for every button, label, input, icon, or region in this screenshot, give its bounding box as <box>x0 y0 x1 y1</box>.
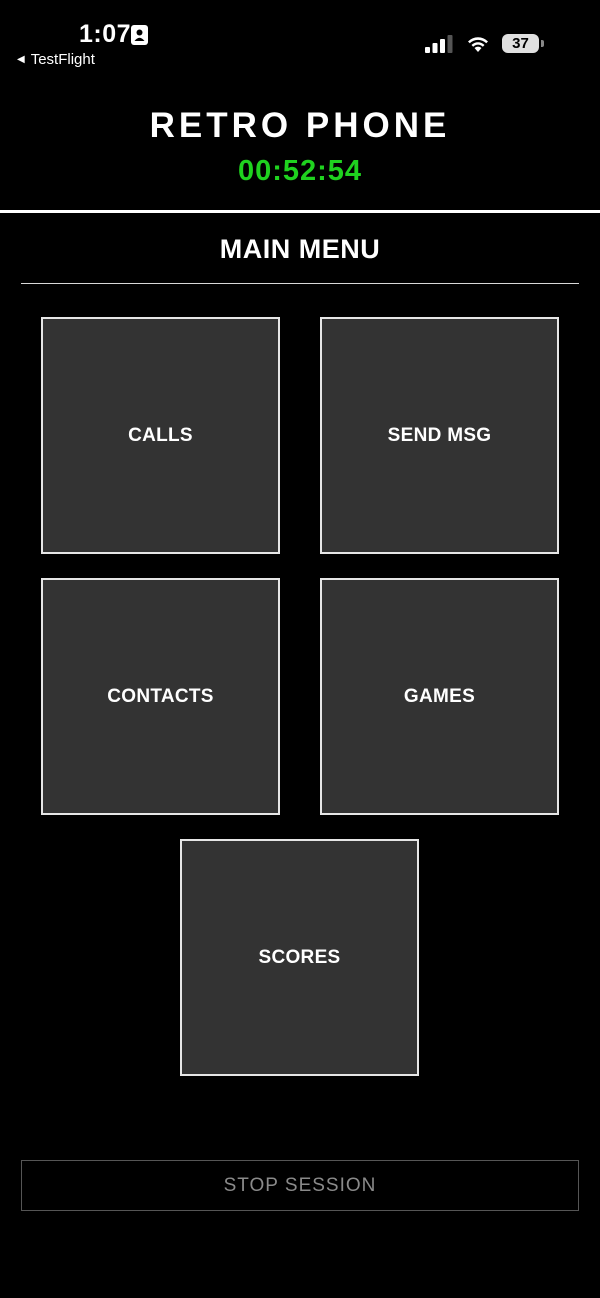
contacts-label: CONTACTS <box>107 685 214 707</box>
wifi-icon <box>468 37 488 52</box>
menu-divider <box>21 283 579 284</box>
back-arrow-icon: ◀ <box>17 54 25 65</box>
games-button[interactable]: GAMES <box>320 578 559 815</box>
scores-button[interactable]: SCORES <box>180 839 419 1076</box>
calls-label: CALLS <box>128 424 193 446</box>
id-card-icon <box>131 25 148 45</box>
calls-button[interactable]: CALLS <box>41 317 280 554</box>
signal-icon <box>425 35 453 53</box>
app-title: RETRO PHONE <box>149 106 451 145</box>
status-bar: 1:07 ◀ TestFlight 37 <box>0 0 600 80</box>
back-to-app-link[interactable]: ◀ TestFlight <box>17 51 95 68</box>
send-msg-label: SEND MSG <box>387 424 492 446</box>
menu-title: MAIN MENU <box>219 234 381 264</box>
status-time: 1:07 <box>79 20 132 48</box>
battery-level: 37 <box>502 34 539 53</box>
battery-icon: 37 <box>502 34 544 53</box>
header-divider <box>0 210 600 213</box>
send-msg-button[interactable]: SEND MSG <box>320 317 559 554</box>
games-label: GAMES <box>403 685 476 707</box>
scores-label: SCORES <box>258 946 341 968</box>
battery-cap <box>541 40 544 47</box>
stop-session-button[interactable]: STOP SESSION <box>21 1160 579 1211</box>
session-timer: 00:52:54 <box>237 155 363 187</box>
contacts-button[interactable]: CONTACTS <box>41 578 280 815</box>
back-app-label: TestFlight <box>30 51 95 68</box>
